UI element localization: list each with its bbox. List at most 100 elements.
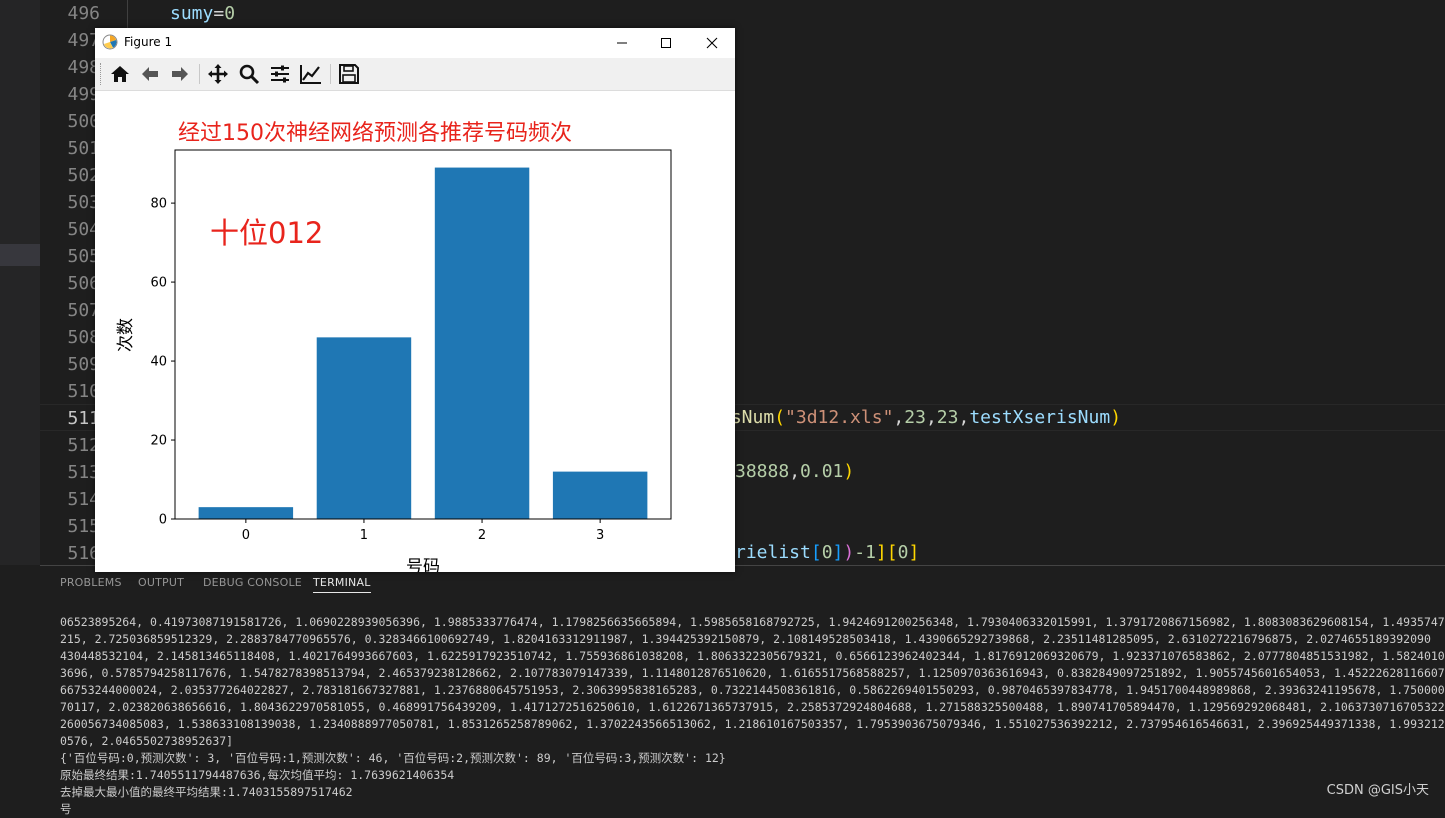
terminal-line: 70117, 2.023820638656616, 1.804362297058… (60, 700, 1445, 714)
x-tick-label: 1 (360, 528, 368, 543)
line-number: 499 (67, 84, 100, 105)
line-number: 509 (67, 354, 100, 375)
line-number: 516 (67, 543, 100, 564)
line-number: 514 (67, 489, 100, 510)
line-number: 502 (67, 165, 100, 186)
terminal-line: 3696, 0.5785794258117676, 1.547827839851… (60, 666, 1445, 680)
code-token: ) (1110, 407, 1122, 428)
forward-button[interactable] (167, 61, 193, 87)
code-token: "3d12.xls" (785, 407, 894, 428)
line-number: 507 (67, 300, 100, 321)
minimize-button[interactable] (599, 28, 645, 58)
matplotlib-app-icon (102, 34, 118, 50)
tab-output[interactable]: OUTPUT (138, 576, 184, 589)
zoom-button[interactable] (236, 61, 262, 87)
line-number: 496 (67, 3, 100, 24)
zoom-icon (239, 64, 260, 85)
line-number: 500 (67, 111, 100, 132)
plot-canvas[interactable]: 0 1 2 3 0 20 40 60 80 经过150次神经网络预测各推荐号码频次 十位012 … (95, 90, 735, 572)
bar-chart: 0 1 2 3020406080 经过150次神经网络预测各推荐号码频次 十位012 … (116, 121, 672, 572)
y-tick-label: 80 (150, 197, 167, 212)
bar-2 (434, 167, 530, 520)
code-line-496[interactable]: sumy=0 (170, 0, 235, 27)
window-titlebar[interactable]: Figure 1 (95, 28, 735, 58)
code-token: -1 (854, 542, 876, 563)
edit-axis-icon (300, 65, 321, 84)
code-token: 0 (821, 542, 833, 563)
line-number: 511 (67, 408, 100, 429)
line-number: 508 (67, 327, 100, 348)
maximize-button[interactable] (643, 28, 689, 58)
axes-frame (174, 149, 672, 520)
terminal-line: 66753244000024, 2.035377264022827, 2.783… (60, 683, 1445, 697)
code-line-511[interactable]: esNum("3d12.xls",23,23,testXserisNum) (720, 404, 1121, 431)
terminal-line: {'百位号码:0,预测次数': 3, '百位号码:1,预测次数': 46, '百… (60, 751, 726, 765)
figure-window[interactable]: Figure 1 0 1 2 3 0 20 40 60 80 经过150次神经网… (95, 28, 735, 572)
line-number: 510 (67, 381, 100, 402)
code-token: rielist (735, 542, 811, 563)
code-token: testXserisNum (969, 407, 1111, 428)
line-number: 501 (67, 138, 100, 159)
home-button[interactable] (107, 61, 133, 87)
tab-terminal[interactable]: TERMINAL (313, 576, 371, 593)
code-token: ] (908, 542, 920, 563)
line-number: 506 (67, 273, 100, 294)
bar-1 (316, 337, 412, 519)
line-number: 513 (67, 462, 100, 483)
line-number: 497 (67, 30, 100, 51)
toolbar-grip (100, 63, 103, 85)
edit-axis-button[interactable] (298, 61, 324, 87)
terminal-line: 原始最终结果:1.7405511794487636,每次均值平均: 1.7639… (60, 768, 455, 782)
tab-debug-console[interactable]: DEBUG CONSOLE (203, 576, 302, 589)
code-token: 23 (936, 407, 959, 428)
window-title: Figure 1 (124, 35, 173, 49)
configure-subplots-button[interactable] (267, 61, 293, 87)
back-icon (142, 67, 158, 81)
line-number: 503 (67, 192, 100, 213)
line-number: 515 (67, 516, 100, 537)
terminal-output[interactable]: 06523895264, 0.41973087191581726, 1.0690… (60, 614, 1445, 818)
toolbar-separator (199, 64, 200, 84)
code-token: [ (810, 542, 822, 563)
forward-icon (172, 67, 188, 81)
chart-annotation: 十位012 (210, 216, 323, 250)
line-number: 512 (67, 435, 100, 456)
code-token: ( (774, 407, 786, 428)
y-tick-label: 40 (150, 355, 167, 370)
code-token: ] (832, 542, 844, 563)
chart-title: 经过150次神经网络预测各推荐号码频次 (178, 121, 572, 146)
code-token: sumy (170, 3, 214, 24)
activity-highlight (0, 244, 40, 266)
code-token: ] (875, 542, 887, 563)
code-token: 38888 (735, 461, 790, 482)
y-tick-label: 20 (150, 434, 167, 449)
x-tick-label: 3 (596, 528, 604, 543)
terminal-line: 06523895264, 0.41973087191581726, 1.0690… (60, 615, 1445, 629)
x-tick-label: 0 (242, 528, 250, 543)
terminal-line: 去掉最大最小值的最终平均结果:1.7403155897517462 (60, 785, 353, 799)
close-icon (706, 37, 718, 49)
x-tick-label: 2 (478, 528, 486, 543)
terminal-line: 0576, 2.0465502738952637] (60, 734, 234, 748)
save-button[interactable] (336, 61, 362, 87)
code-line-516[interactable]: rielist[0])-1][0] (735, 539, 919, 565)
back-button[interactable] (137, 61, 163, 87)
code-token: 0.01 (800, 461, 844, 482)
terminal-line: 260056734085083, 1.538633108139038, 1.23… (60, 717, 1445, 731)
code-token: 0 (897, 542, 909, 563)
y-tick-label: 0 (159, 513, 167, 528)
activity-bar (0, 0, 40, 565)
terminal-line: 号 (60, 802, 72, 816)
save-icon (339, 64, 359, 84)
figure-toolbar (95, 58, 735, 91)
bottom-panel: PROBLEMS OUTPUT DEBUG CONSOLE TERMINAL 0… (40, 565, 1445, 816)
toolbar-separator (330, 64, 331, 84)
x-axis-label: 号码 (406, 557, 440, 572)
maximize-icon (661, 38, 671, 48)
pan-button[interactable] (205, 61, 231, 87)
close-button[interactable] (689, 28, 735, 58)
code-line-513[interactable]: 38888,0.01) (735, 458, 854, 485)
watermark: CSDN @GIS小天 (1326, 783, 1429, 798)
tab-problems[interactable]: PROBLEMS (60, 576, 122, 589)
terminal-line: 215, 2.725036859512329, 2.28837847709655… (60, 632, 1431, 646)
